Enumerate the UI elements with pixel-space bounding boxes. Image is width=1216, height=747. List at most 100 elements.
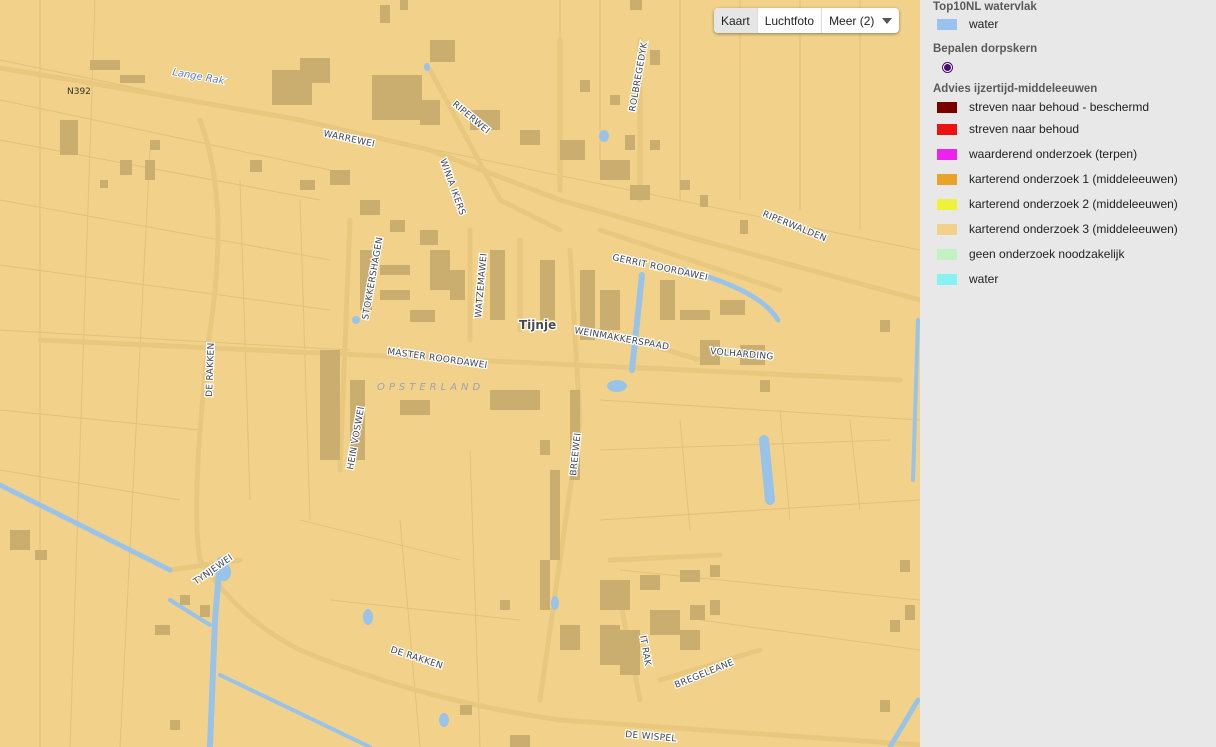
building [10,530,30,550]
chevron-down-icon [882,17,893,24]
building [120,160,132,175]
building [430,40,455,62]
building [390,220,405,232]
map-type-luchtfoto-button[interactable]: Luchtfoto [758,8,823,33]
street-label-watzemawei: WATZEMAWEI [474,253,490,319]
building [710,600,720,615]
legend-swatch [937,123,957,135]
map-type-kaart-button[interactable]: Kaart [714,8,758,33]
map-type-more-label: Meer (2) [829,13,875,28]
street-label-riperwalden: RIPERWALDEN [761,210,828,245]
legend-swatch [937,273,957,285]
building [300,180,315,190]
building [155,625,170,635]
building [490,250,505,320]
building [90,60,120,70]
legend-item-advies: streven naar behoud - beschermd [937,100,1149,114]
building [550,470,560,560]
building [880,700,890,712]
building [300,58,330,83]
street-label-de-rakken: DE RAKKEN [205,342,217,397]
building [650,50,660,65]
building [450,270,465,300]
legend-item-advies: karterend onderzoek 3 (middeleeuwen) [937,222,1178,236]
building [700,195,708,207]
building [560,625,580,650]
building [650,610,680,635]
road-label-n392: N392 [67,87,91,97]
building [330,170,350,185]
building [360,200,380,215]
building [620,160,628,172]
legend-title-watervlak: Top10NL watervlak [933,1,1037,13]
building [680,180,690,190]
building [145,160,155,180]
building [630,185,650,200]
street-label-master-roordawei: MASTER ROORDAWEI [387,347,489,371]
water-label-lange-rak: Lange Rak [171,67,226,87]
building [420,230,438,245]
building [150,140,160,150]
map-type-more-button[interactable]: Meer (2) [822,8,899,33]
dot-marker-icon [937,62,957,73]
building [500,600,510,610]
building [650,140,660,150]
building [720,300,745,315]
legend-swatch [937,148,957,160]
building [380,265,410,275]
building [630,0,642,10]
legend-item-advies: water [937,272,998,286]
building [520,130,540,145]
legend-item-dorpskern [937,60,969,74]
building [880,320,890,332]
building [120,75,145,83]
building [740,220,748,234]
legend-title-advies: Advies ijzertijd-middeleeuwen [933,83,1098,95]
building [400,400,430,415]
legend-item-label: karterend onderzoek 1 (middeleeuwen) [969,172,1178,186]
street-label-winia-ikers: WINIA IKERS [437,158,467,217]
building [680,310,710,320]
legend-item-advies: streven naar behoud [937,122,1079,136]
building [180,595,190,605]
place-label-tijnje: Tijnje [519,318,556,332]
building [510,735,530,747]
legend-swatch [937,198,957,210]
building [320,350,340,460]
building [710,565,720,577]
building [580,80,590,92]
building [640,575,660,590]
building [600,625,620,665]
building [410,310,435,322]
building [380,5,390,23]
building [540,260,555,320]
building [170,720,180,730]
building [890,620,900,632]
legend-swatch [937,223,957,235]
legend-swatch [937,173,957,185]
legend-item-label: streven naar behoud - beschermd [969,100,1150,114]
building [680,630,700,650]
building [660,280,675,320]
legend-panel: Top10NL watervlak water Bepalen dorpsker… [920,0,1216,747]
legend-item-label: waarderend onderzoek (terpen) [969,147,1138,161]
building [200,605,210,617]
building [560,140,585,160]
building [600,580,630,610]
municipality-label-opsterland: OPSTERLAND [377,382,484,393]
legend-item-label: karterend onderzoek 3 (middeleeuwen) [969,222,1178,236]
legend-item-label: water [969,17,999,31]
building [372,75,422,120]
legend-swatch [937,248,957,260]
building [620,630,640,675]
building [35,550,47,560]
building [540,560,550,610]
building [690,605,705,620]
legend-item-advies: geen onderzoek noodzakelijk [937,247,1124,261]
map-canvas[interactable]: N392 Lange Rak WARREWEI RIPERWEI ROLBREG… [0,0,920,747]
building [900,560,910,572]
street-label-de-rakken-south: DE RAKKEN [389,645,444,671]
building [250,160,262,172]
legend-item-label: streven naar behoud [969,122,1080,136]
building [100,180,108,188]
